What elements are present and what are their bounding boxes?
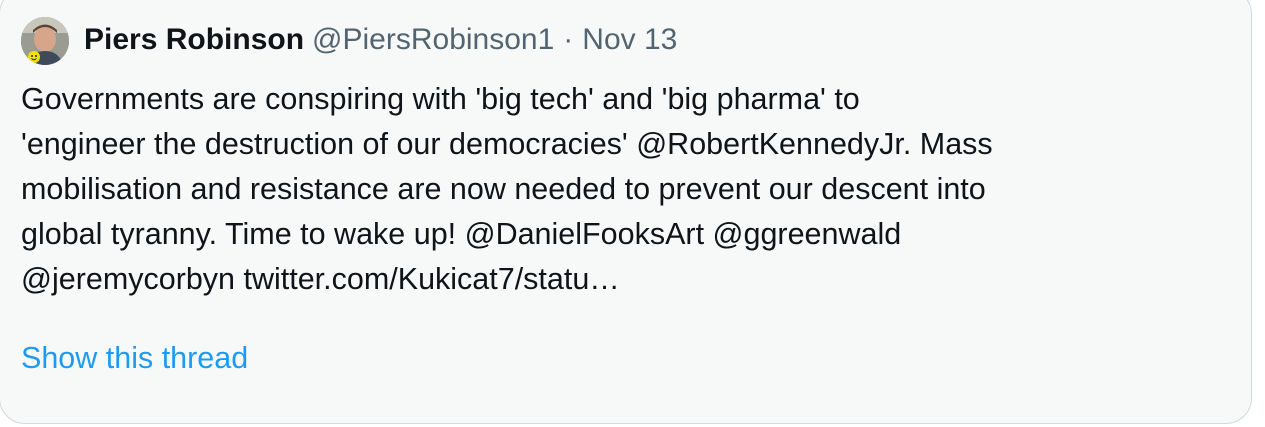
tweet-text-line: 'engineer the destruction of our democra… — [21, 127, 993, 161]
tweet-text-line: Governments are conspiring with 'big tec… — [21, 82, 860, 116]
tweet-text-line: global tyranny. Time to wake up! @Daniel… — [21, 217, 902, 251]
avatar-photo-icon — [21, 17, 69, 65]
show-thread-link[interactable]: Show this thread — [21, 336, 248, 381]
tweet-text-line: mobilisation and resistance are now need… — [21, 172, 986, 206]
avatar[interactable] — [21, 17, 69, 65]
tweet-date[interactable]: Nov 13 — [582, 19, 677, 61]
header-separator: · — [563, 23, 574, 56]
author-handle[interactable]: @PiersRobinson1 — [312, 19, 554, 61]
tweet-text: Governments are conspiring with 'big tec… — [21, 77, 1236, 302]
tweet-header: Piers Robinson @PiersRobinson1 · Nov 13 — [84, 19, 677, 61]
tweet-card[interactable]: Piers Robinson @PiersRobinson1 · Nov 13 … — [0, 0, 1252, 424]
tweet-text-line: @jeremycorbyn twitter.com/Kukicat7/statu… — [21, 262, 620, 296]
author-display-name[interactable]: Piers Robinson — [84, 19, 304, 61]
